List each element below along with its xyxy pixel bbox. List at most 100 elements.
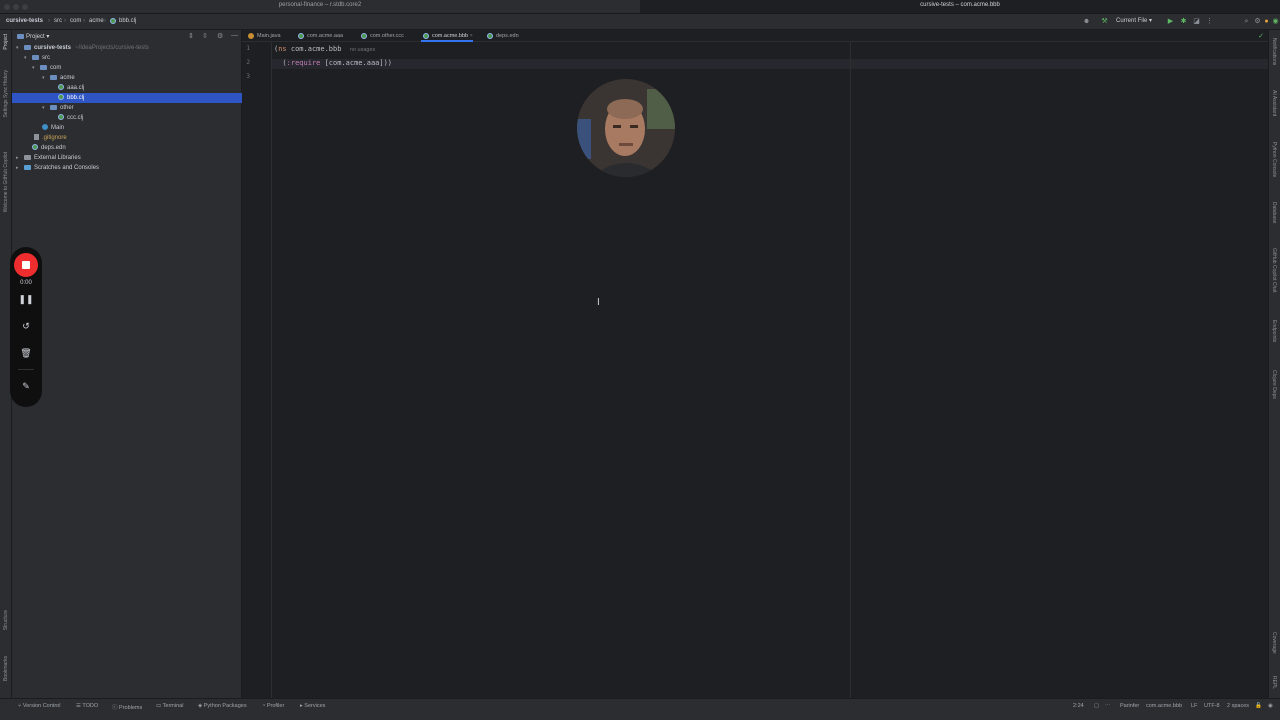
breadcrumb-file[interactable]: bbb.clj [119, 18, 136, 24]
copilot-status-icon[interactable]: ◉ [1268, 703, 1273, 709]
clojure-file-icon [361, 32, 367, 39]
parinfer-status[interactable]: Parinfer [1120, 703, 1139, 709]
tab-label: com.acme.bbb [432, 33, 469, 39]
right-window-title: cursive-tests – com.acme.bbb [920, 2, 1000, 8]
tree-item-deps-edn[interactable]: deps.edn [12, 143, 242, 153]
settings-sync-history-tool-button[interactable]: Settings Sync History [3, 70, 9, 118]
pencil-icon[interactable]: ✎ [10, 381, 42, 392]
breadcrumb-separator: › [83, 18, 85, 24]
inspection-ok-icon[interactable]: ✓ [1258, 32, 1264, 40]
restart-icon[interactable]: ↺ [10, 321, 42, 332]
run-configuration-selector[interactable]: Current File ▾ [1116, 17, 1152, 24]
tree-item-bbb-clj[interactable]: bbb.clj [12, 93, 242, 103]
ai-assistant-tool-button[interactable]: AI Assistant [1271, 90, 1277, 116]
breadcrumb-project[interactable]: cursive-tests [6, 18, 43, 24]
tree-item-external-libraries[interactable]: ▸ External Libraries [12, 153, 242, 163]
tree-item-scratches[interactable]: ▸ Scratches and Consoles [12, 163, 242, 173]
tree-item-main[interactable]: Main [12, 123, 242, 133]
close-tab-icon[interactable]: × [470, 33, 473, 39]
endpoints-tool-button[interactable]: Endpoints [1271, 320, 1277, 342]
editor-mode-icon[interactable]: ▢ [1094, 703, 1099, 709]
trash-icon[interactable]: 🗑 [10, 348, 42, 359]
label: Python Packages [203, 703, 247, 709]
breadcrumb-acme[interactable]: acme [89, 18, 104, 24]
line-number: 3 [246, 73, 250, 80]
tree-item-project-root[interactable]: ▾ cursive-tests ~/IdeaProjects/cursive-tes… [12, 43, 242, 53]
copilot-icon[interactable]: ◉ [1271, 17, 1280, 26]
coverage-icon[interactable]: ◪ [1192, 17, 1201, 26]
tab-label: com.acme.aaa [307, 33, 344, 39]
tab-deps-edn[interactable]: deps.edn [485, 30, 519, 42]
avatar-icon[interactable]: ● [1262, 17, 1271, 26]
tree-item-src[interactable]: ▾ src [12, 53, 242, 63]
copilot-chat-tool-button[interactable]: GitHub Copilot Chat [1271, 248, 1277, 292]
project-tool-button[interactable]: Project [3, 34, 9, 50]
profiler-tool-button[interactable]: ◔ Profiler [262, 703, 284, 709]
tree-item-aaa-clj[interactable]: aaa.clj [12, 83, 242, 93]
file-encoding[interactable]: UTF-8 [1204, 703, 1220, 709]
breadcrumb-com[interactable]: com [70, 18, 81, 24]
label: Services [304, 703, 326, 709]
library-icon [24, 154, 31, 160]
caret-position[interactable]: 2:24 [1073, 703, 1084, 709]
tab-com-acme-aaa[interactable]: com.acme.aaa [296, 30, 343, 42]
run-icon[interactable]: ▶ [1166, 17, 1175, 26]
python-console-tool-button[interactable]: Python Console [1271, 142, 1277, 177]
chevron-right-icon: ▸ [16, 165, 19, 171]
settings-icon[interactable]: ⚙ [1253, 17, 1262, 26]
tree-item-other[interactable]: ▾ other [12, 103, 242, 113]
repl-tool-button[interactable]: REPL [1271, 676, 1277, 689]
more-run-actions-icon[interactable]: ⋮ [1205, 17, 1214, 26]
webcam-overlay [577, 79, 675, 177]
structure-tool-button[interactable]: Structure [3, 610, 9, 630]
clojure-deps-tool-button[interactable]: Clojure Deps [1271, 370, 1277, 399]
services-tool-button[interactable]: ▸ Services [300, 703, 325, 709]
python-packages-tool-button[interactable]: ◈ Python Packages [198, 703, 247, 709]
project-panel-title[interactable]: Project ▾ [26, 33, 49, 40]
run-configuration-label: Current File [1116, 18, 1148, 24]
search-icon[interactable]: ⌕ [1242, 17, 1251, 26]
terminal-tool-button[interactable]: ▭ Terminal [156, 703, 183, 709]
label: Problems [119, 705, 143, 711]
notifications-tool-button[interactable]: Notifications [1271, 38, 1277, 65]
expand-all-icon[interactable]: ⇕ [188, 32, 194, 40]
lock-icon[interactable]: 🔓 [1255, 703, 1262, 709]
gear-icon[interactable]: ⚙ [217, 32, 223, 40]
tree-item-gitignore[interactable]: .gitignore [12, 133, 242, 143]
indent-toggle-icon[interactable]: ⋯ [1105, 703, 1111, 709]
bookmarks-tool-button[interactable]: Bookmarks [3, 656, 9, 681]
indent-setting[interactable]: 2 spaces [1227, 703, 1249, 709]
tree-item-label: ccc.clj [67, 115, 84, 121]
hammer-icon[interactable]: ⚒ [1100, 17, 1109, 26]
database-tool-button[interactable]: Database [1271, 202, 1277, 223]
tab-com-acme-bbb[interactable]: com.acme.bbb × [421, 30, 473, 42]
pause-icon[interactable]: ❚❚ [10, 294, 42, 305]
breadcrumb-src[interactable]: src [54, 18, 62, 24]
version-control-tool-button[interactable]: ⑂ Version Control [18, 703, 60, 709]
debug-icon[interactable]: ✱ [1179, 17, 1188, 26]
tree-item-com[interactable]: ▾ com [12, 63, 242, 73]
tree-item-label: Main [51, 125, 65, 131]
tab-com-other-ccc[interactable]: com.other.ccc [359, 30, 404, 42]
edn-file-icon [487, 32, 493, 39]
webcam-person-image [577, 79, 675, 177]
code-editor[interactable]: (ns com.acme.bbb no usages (:require [co… [272, 42, 1268, 698]
problems-tool-button[interactable]: ⓘ Problems [112, 703, 142, 711]
screen-recorder-widget: 0:00 ❚❚ ↺ 🗑 ✎ [10, 247, 42, 407]
chevron-down-icon: ▾ [42, 75, 45, 81]
tab-main-java[interactable]: Main.java [246, 30, 281, 42]
folder-icon [50, 74, 57, 80]
collapse-all-icon[interactable]: ⇳ [202, 32, 208, 40]
tree-item-ccc-clj[interactable]: ccc.clj [12, 113, 242, 123]
stop-recording-button[interactable] [14, 253, 38, 277]
github-copilot-welcome-tool-button[interactable]: Welcome to GitHub Copilot [3, 152, 9, 212]
todo-tool-button[interactable]: ☰ TODO [76, 703, 98, 709]
profile-icon[interactable]: ☻ [1082, 17, 1091, 26]
coverage-tool-button[interactable]: Coverage [1271, 632, 1277, 654]
tree-item-acme[interactable]: ▾ acme [12, 73, 242, 83]
divider [18, 369, 34, 370]
breadcrumb-separator: › [48, 18, 50, 24]
line-separator[interactable]: LF [1191, 703, 1197, 709]
hide-panel-icon[interactable]: — [231, 32, 238, 39]
current-namespace[interactable]: com.acme.bbb [1146, 703, 1182, 709]
